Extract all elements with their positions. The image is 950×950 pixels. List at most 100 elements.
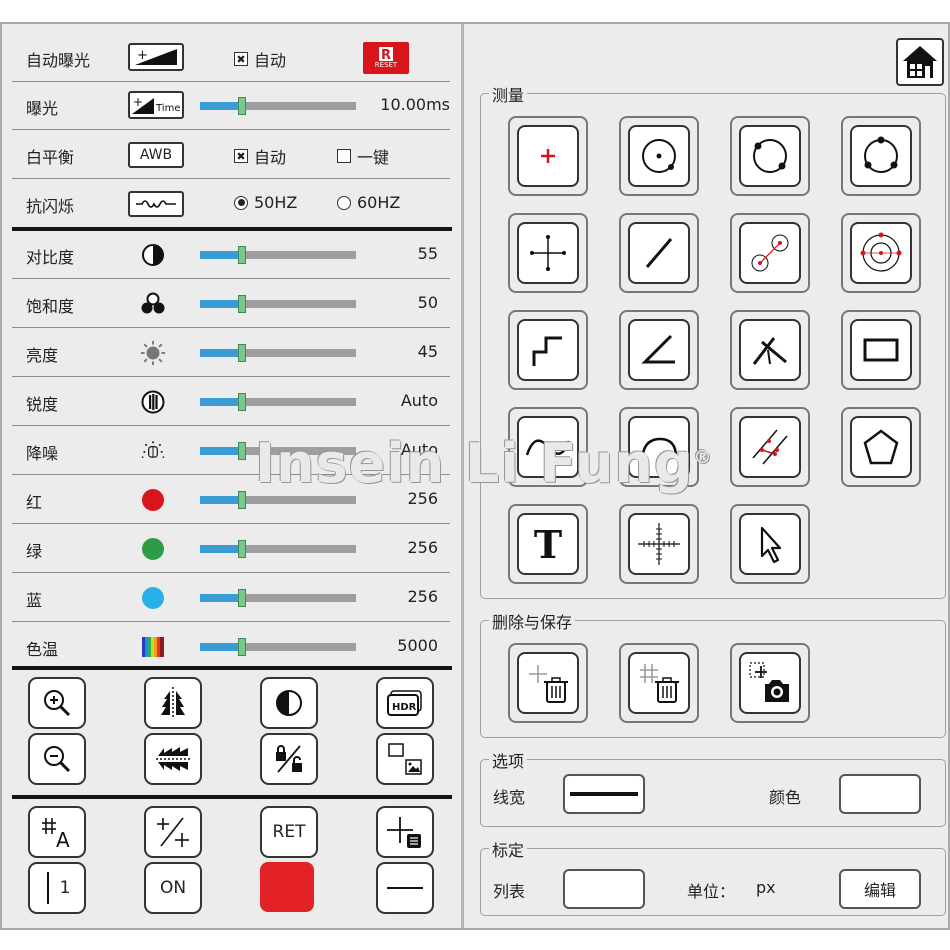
color-temperature-slider[interactable] [200, 638, 356, 656]
picture-in-picture-button[interactable] [376, 733, 434, 785]
flip-vertical-button[interactable] [144, 733, 202, 785]
svg-text:HDR: HDR [392, 702, 417, 713]
zoom-in-button[interactable] [28, 677, 86, 729]
flicker-wave-button[interactable] [128, 191, 184, 217]
auto-exposure-label: 自动曝光 [26, 51, 91, 70]
adjustment-label: 亮度 [26, 346, 59, 365]
measure-circle-distance-button[interactable] [730, 213, 810, 293]
flicker-60hz-radio[interactable]: 60HZ [337, 193, 400, 212]
white-balance-onekey-checkbox[interactable]: 一键 [337, 144, 389, 168]
flicker-50hz-radio[interactable]: 50HZ [234, 193, 297, 212]
exposure-target-button[interactable]: + [128, 43, 184, 71]
exposure-row: 曝光 + Time 10.00ms [12, 82, 450, 130]
sharpness-slider[interactable] [200, 393, 356, 411]
contrast-slider[interactable] [200, 246, 356, 264]
measure-circle-center-button[interactable] [619, 116, 699, 196]
unit-label: 单位： [687, 882, 736, 901]
edit-button[interactable]: 编辑 [839, 869, 921, 909]
saturation-slider[interactable] [200, 295, 356, 313]
measure-polyline-button[interactable] [508, 310, 588, 390]
measure-line-button[interactable] [619, 213, 699, 293]
color-temp-icon [140, 634, 166, 660]
measure-angle-button[interactable] [619, 310, 699, 390]
exposure-slider[interactable] [200, 97, 356, 115]
measure-crosshair-button[interactable] [508, 213, 588, 293]
calibration-group: 标定 列表 单位： px 编辑 [480, 837, 946, 916]
rectangle-icon [863, 338, 899, 362]
select-pointer-button[interactable] [730, 504, 810, 584]
exposure-label: 曝光 [26, 99, 59, 118]
flip-horizontal-icon [161, 687, 185, 719]
color-picker[interactable] [839, 774, 921, 814]
measure-rectangle-button[interactable] [841, 310, 921, 390]
home-icon [903, 46, 937, 78]
slider-thumb[interactable] [238, 344, 246, 362]
slider-thumb[interactable] [238, 295, 246, 313]
measure-polygon-button[interactable] [841, 407, 921, 487]
measure-scale-button[interactable] [619, 504, 699, 584]
measure-circle-two-point-button[interactable] [730, 116, 810, 196]
delete-all-button[interactable] [619, 643, 699, 723]
crosshair-list-button[interactable] [376, 806, 434, 858]
section-divider [12, 666, 452, 670]
home-button[interactable] [896, 38, 944, 86]
cross-divide-button[interactable] [144, 806, 202, 858]
line-width-label: 线宽 [493, 788, 526, 807]
camera-settings-panel: 自动曝光 + ✖ 自动 R RESET 曝光 + Time 10.00ms 白平… [2, 24, 464, 928]
slider-thumb[interactable] [238, 97, 246, 115]
measure-arc-button[interactable] [619, 407, 699, 487]
measure-curve-button[interactable] [508, 407, 588, 487]
denoise-slider[interactable] [200, 442, 356, 460]
blue-slider[interactable] [200, 589, 356, 607]
measure-point-button[interactable] [508, 116, 588, 196]
slider-thumb[interactable] [238, 540, 246, 558]
delete-selected-button[interactable] [508, 643, 588, 723]
slider-thumb[interactable] [238, 246, 246, 264]
reset-button[interactable]: R RESET [363, 42, 409, 74]
calibration-list-select[interactable] [563, 869, 645, 909]
red-slider[interactable] [200, 491, 356, 509]
slider-thumb[interactable] [238, 491, 246, 509]
adjustment-label: 色温 [26, 640, 59, 659]
capture-camera-icon [749, 662, 789, 702]
horizontal-line-button[interactable] [376, 862, 434, 914]
line-icon [645, 238, 673, 268]
red-color-button[interactable] [260, 862, 314, 912]
measure-text-button[interactable]: T [508, 504, 588, 584]
row-divider [12, 129, 450, 130]
measurement-panel: 测量 T 删除与保存 选项 线宽 颜色 标定 列表 单位： px 编辑 [468, 24, 948, 928]
slider-thumb[interactable] [238, 393, 246, 411]
flip-horizontal-button[interactable] [144, 677, 202, 729]
measure-four-point-angle-button[interactable] [730, 310, 810, 390]
adjustment-value: Auto [400, 440, 438, 459]
vertical-line-icon [46, 872, 49, 904]
brightness-slider[interactable] [200, 344, 356, 362]
lock-toggle-button[interactable] [260, 733, 318, 785]
slider-thumb[interactable] [238, 589, 246, 607]
adjustment-value: 55 [417, 244, 438, 263]
zoom-out-button[interactable] [28, 733, 86, 785]
slider-thumb[interactable] [238, 442, 246, 460]
contrast-row: 对比度 55 [12, 231, 450, 279]
awb-button[interactable]: AWB [128, 142, 184, 168]
capture-save-button[interactable] [730, 643, 810, 723]
grid-text-button[interactable]: A [28, 806, 86, 858]
invert-contrast-button[interactable] [260, 677, 318, 729]
saturation-row: 饱和度 50 [12, 280, 450, 328]
white-balance-auto-checkbox[interactable]: ✖ 自动 [234, 144, 286, 168]
measure-parallel-button[interactable] [730, 407, 810, 487]
circle-distance-icon [751, 234, 789, 272]
measure-circle-three-point-button[interactable] [841, 116, 921, 196]
green-slider[interactable] [200, 540, 356, 558]
line-width-selector[interactable] [563, 774, 645, 814]
on-button[interactable]: ON [144, 862, 202, 914]
line-one-button[interactable]: 1 [28, 862, 86, 914]
measure-concentric-button[interactable] [841, 213, 921, 293]
lock-unlock-icon [276, 745, 302, 773]
exposure-time-button[interactable]: + Time [128, 91, 184, 119]
slider-thumb[interactable] [238, 638, 246, 656]
row-divider [12, 572, 450, 573]
auto-exposure-checkbox[interactable]: ✖ 自动 [234, 47, 286, 71]
ret-button[interactable]: RET [260, 806, 318, 858]
hdr-button[interactable]: HDR [376, 677, 434, 729]
